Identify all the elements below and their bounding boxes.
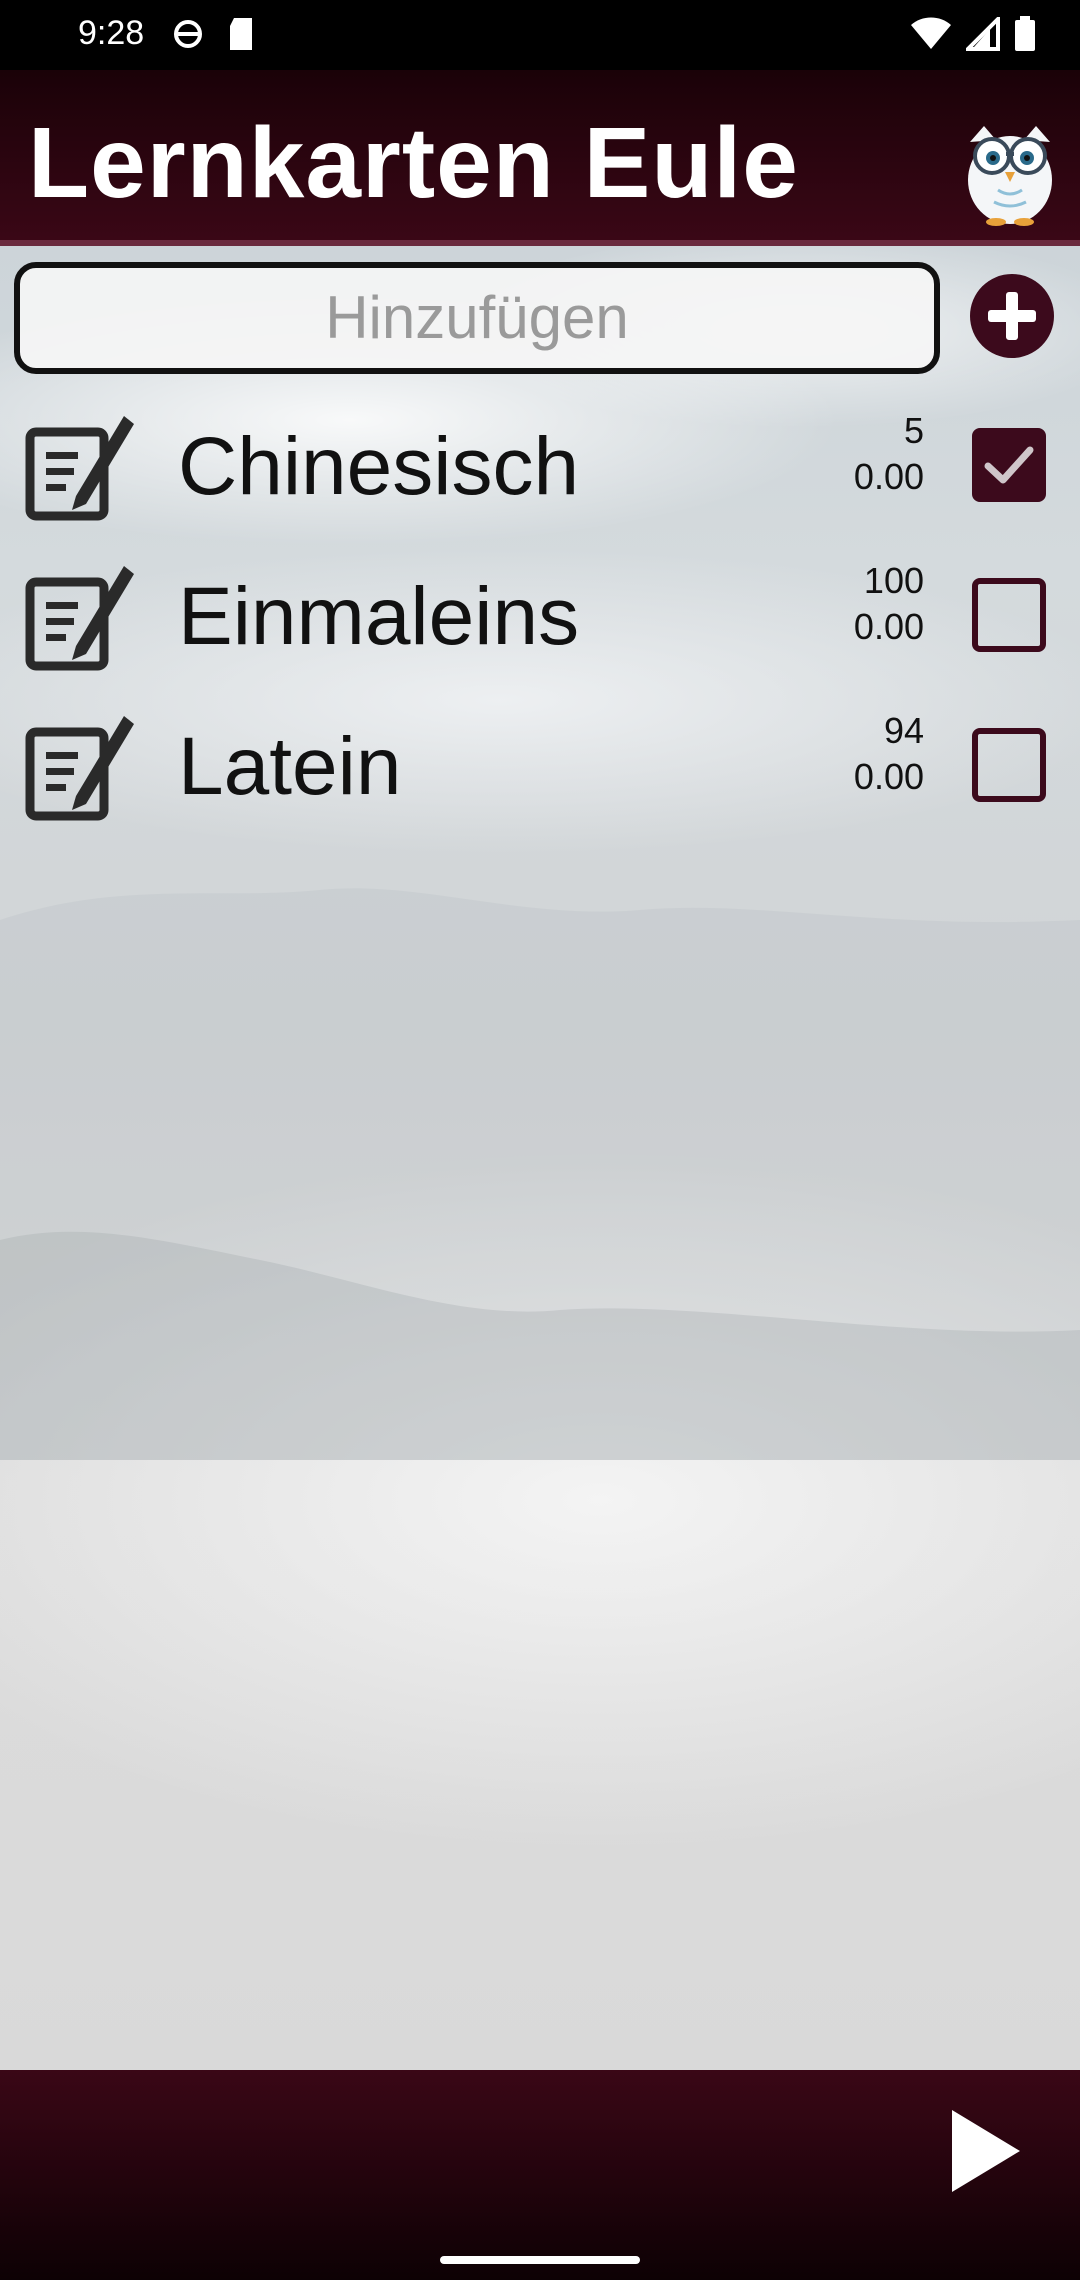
deck-row-einmaleins[interactable]: Einmaleins 100 0.00: [0, 560, 1080, 710]
play-icon[interactable]: [948, 2106, 1024, 2196]
deck-row-chinesisch[interactable]: Chinesisch 5 0.00: [0, 410, 1080, 560]
deck-score: 0.00: [853, 606, 924, 647]
deck-select-checkbox[interactable]: [972, 728, 1046, 802]
deck-card-count: 5: [903, 410, 924, 451]
mountain-silhouette: [0, 888, 1080, 1460]
status-bar: 9:28: [0, 0, 1080, 70]
deck-select-checkbox[interactable]: [972, 428, 1046, 502]
battery-icon: [1015, 16, 1035, 51]
add-deck-button[interactable]: [970, 274, 1054, 358]
home-indicator[interactable]: [440, 2256, 640, 2264]
bottom-bar: [0, 2070, 1080, 2280]
sd-card-icon: [230, 18, 252, 50]
deck-score: 0.00: [853, 756, 924, 797]
owl-logo: [968, 126, 1052, 226]
deck-card-count: 100: [863, 560, 924, 601]
deck-select-checkbox[interactable]: [972, 578, 1046, 652]
wifi-icon: [911, 17, 951, 49]
edit-note-icon[interactable]: [24, 560, 140, 676]
edit-note-icon[interactable]: [24, 410, 140, 526]
signal-icon: [966, 17, 1000, 51]
status-time: 9:28: [78, 14, 145, 52]
deck-name: Einmaleins: [178, 571, 580, 662]
deck-name: Latein: [178, 721, 402, 812]
add-deck-input[interactable]: Hinzufügen: [14, 262, 940, 374]
deck-card-count: 94: [883, 710, 924, 751]
vpn-key-icon: [174, 20, 202, 48]
plus-icon: [988, 292, 1036, 340]
app-header: Lernkarten Eule: [0, 70, 1080, 246]
deck-row-latein[interactable]: Latein 94 0.00: [0, 710, 1080, 860]
app-title: Lernkarten Eule: [28, 107, 799, 219]
edit-note-icon[interactable]: [24, 710, 140, 826]
checkmark-icon: [984, 446, 1034, 484]
deck-name: Chinesisch: [178, 421, 580, 512]
deck-score: 0.00: [853, 456, 924, 497]
